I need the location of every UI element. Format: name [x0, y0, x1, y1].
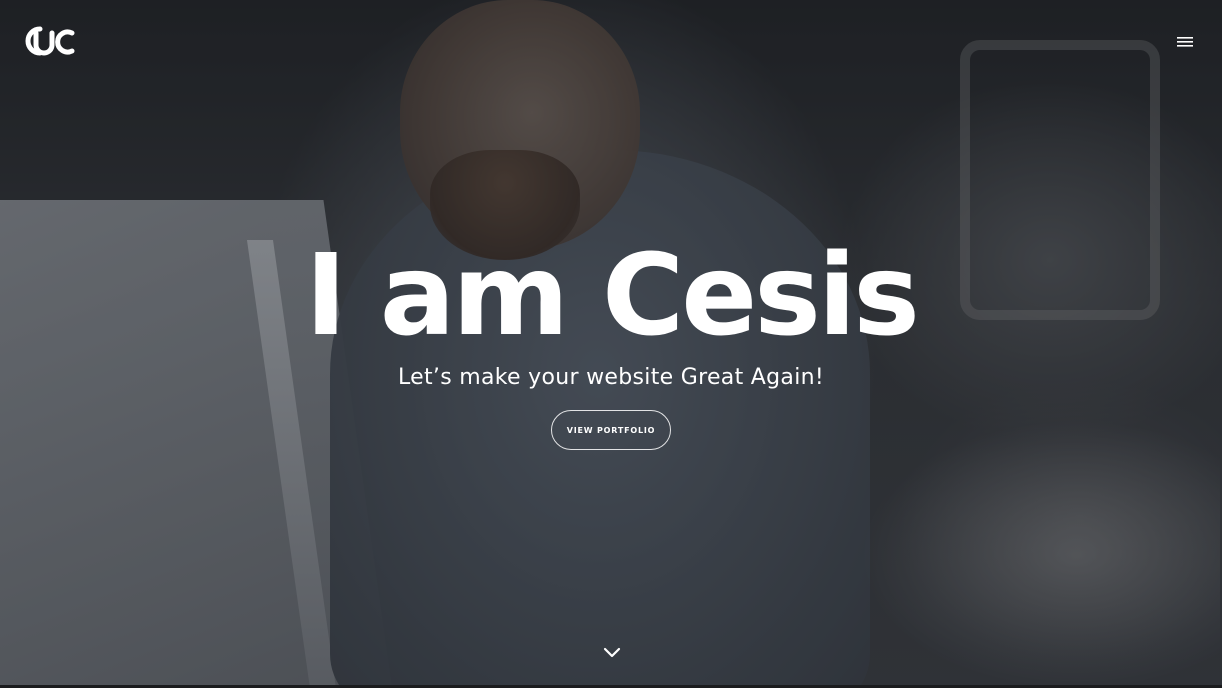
- hero-content: I am Cesis Let’s make your website Great…: [0, 230, 1222, 450]
- chevron-down-icon[interactable]: [602, 644, 622, 658]
- hamburger-menu-icon[interactable]: [1172, 32, 1198, 52]
- cesis-logo-icon[interactable]: [24, 25, 78, 57]
- hero-headline: I am Cesis: [305, 231, 920, 361]
- view-portfolio-button[interactable]: VIEW PORTFOLIO: [551, 410, 671, 450]
- hero-tagline: Let’s make your website Great Again!: [398, 365, 824, 390]
- hero-section: I am Cesis Let’s make your website Great…: [0, 0, 1222, 688]
